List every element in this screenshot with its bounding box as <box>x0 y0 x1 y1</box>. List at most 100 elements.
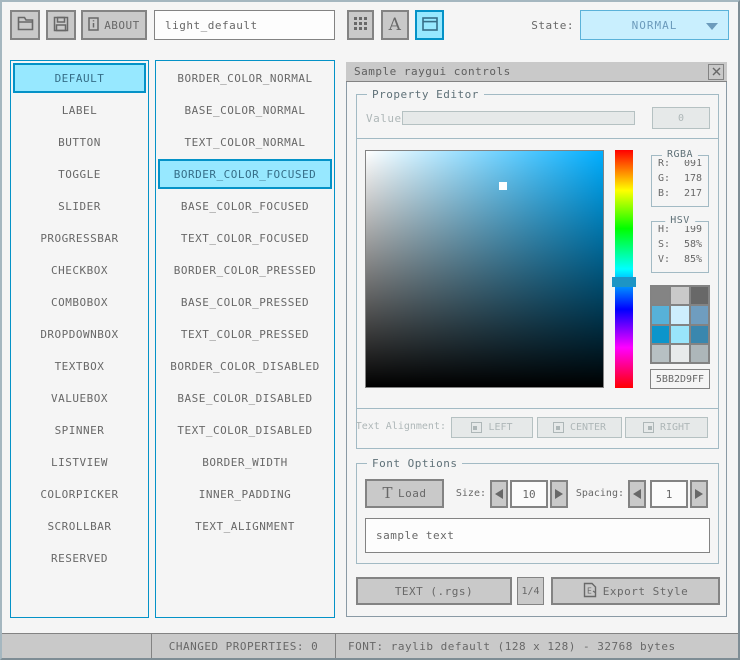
controls-list-item[interactable]: CHECKBOX <box>13 255 146 285</box>
hsv-row-label: V: <box>658 252 670 267</box>
controls-list-item[interactable]: DROPDOWNBOX <box>13 319 146 349</box>
controls-list-item[interactable]: COLORPICKER <box>13 479 146 509</box>
folder-icon <box>17 16 34 34</box>
export-style-button[interactable]: E Export Style <box>551 577 720 605</box>
hue-slider[interactable] <box>615 150 633 388</box>
controls-list-item[interactable]: TOGGLE <box>13 159 146 189</box>
properties-list-item[interactable]: TEXT_COLOR_FOCUSED <box>158 223 332 253</box>
properties-list-item[interactable]: BORDER_COLOR_DISABLED <box>158 351 332 381</box>
triangle-right-icon <box>695 489 703 499</box>
spacing-decrement-button[interactable] <box>628 480 646 508</box>
controls-list-item[interactable]: SLIDER <box>13 191 146 221</box>
text-format-button[interactable]: TEXT (.rgs) <box>356 577 512 605</box>
hex-value-box[interactable]: 5BB2D9FF <box>650 369 710 389</box>
properties-list-item[interactable]: BORDER_COLOR_PRESSED <box>158 255 332 285</box>
color-picker-square[interactable] <box>365 150 604 388</box>
properties-list-item[interactable]: BASE_COLOR_NORMAL <box>158 95 332 125</box>
properties-list-item[interactable]: BORDER_COLOR_FOCUSED <box>158 159 332 189</box>
spacing-increment-button[interactable] <box>690 480 708 508</box>
format-pager-button[interactable]: 1/4 <box>517 577 544 605</box>
color-swatch[interactable] <box>671 287 688 304</box>
font-a-icon: A <box>389 17 402 34</box>
controls-list-item[interactable]: LISTVIEW <box>13 447 146 477</box>
color-swatch-grid <box>650 285 710 364</box>
color-swatch[interactable] <box>652 306 669 323</box>
properties-list-item[interactable]: BORDER_WIDTH <box>158 447 332 477</box>
color-swatch[interactable] <box>671 326 688 343</box>
color-swatch[interactable] <box>691 345 708 362</box>
controls-list-item[interactable]: COMBOBOX <box>13 287 146 317</box>
controls-list-item[interactable]: SPINNER <box>13 415 146 445</box>
rgba-row-value: 217 <box>684 186 702 201</box>
properties-list-item[interactable]: TEXT_ALIGNMENT <box>158 511 332 541</box>
color-swatch[interactable] <box>671 306 688 323</box>
controls-list-item[interactable]: VALUEBOX <box>13 383 146 413</box>
rgba-row: G: 178 <box>652 171 708 186</box>
state-label: State: <box>514 19 574 32</box>
align-left-label: LEFT <box>488 422 512 433</box>
view-grid-toggle[interactable] <box>347 10 374 40</box>
color-swatch[interactable] <box>691 287 708 304</box>
state-dropdown[interactable]: NORMAL <box>580 10 729 40</box>
grid-icon <box>354 17 367 33</box>
hsv-row: V: 85% <box>652 252 708 267</box>
view-font-toggle[interactable]: A <box>381 10 409 40</box>
new-file-button[interactable] <box>10 10 40 40</box>
color-swatch[interactable] <box>652 345 669 362</box>
align-right-button[interactable]: RIGHT <box>625 417 708 438</box>
svg-text:E: E <box>587 586 592 595</box>
load-font-button[interactable]: T Load <box>365 479 444 508</box>
properties-list-item[interactable]: TEXT_COLOR_DISABLED <box>158 415 332 445</box>
align-left-button[interactable]: LEFT <box>451 417 533 438</box>
hex-value: 5BB2D9FF <box>656 374 704 385</box>
properties-list-item[interactable]: TEXT_COLOR_PRESSED <box>158 319 332 349</box>
color-swatch[interactable] <box>671 345 688 362</box>
properties-list-item[interactable]: BASE_COLOR_PRESSED <box>158 287 332 317</box>
color-swatch[interactable] <box>652 326 669 343</box>
sample-panel-titlebar[interactable]: Sample raygui controls <box>346 62 727 82</box>
controls-list-item[interactable]: SCROLLBAR <box>13 511 146 541</box>
properties-list-item[interactable]: BASE_COLOR_DISABLED <box>158 383 332 413</box>
rguistyler-window: ABOUT light_default A State: NORMAL DEFA… <box>0 0 740 660</box>
value-button[interactable]: 0 <box>652 107 710 129</box>
size-decrement-button[interactable] <box>490 480 508 508</box>
color-swatch[interactable] <box>652 287 669 304</box>
properties-list: BORDER_COLOR_NORMALBASE_COLOR_NORMALTEXT… <box>155 60 335 618</box>
align-left-icon <box>471 422 482 433</box>
controls-list-item[interactable]: TEXTBOX <box>13 351 146 381</box>
close-button[interactable] <box>708 64 724 80</box>
color-picker-marker[interactable] <box>499 182 507 190</box>
properties-list-item[interactable]: BORDER_COLOR_NORMAL <box>158 63 332 93</box>
style-name-input[interactable]: light_default <box>154 10 335 40</box>
controls-list-item[interactable]: RESERVED <box>13 543 146 573</box>
color-swatch[interactable] <box>691 326 708 343</box>
size-value-box[interactable]: 10 <box>510 480 548 508</box>
align-right-label: RIGHT <box>660 422 690 433</box>
info-icon <box>88 17 99 34</box>
triangle-left-icon <box>495 489 503 499</box>
properties-list-item[interactable]: INNER_PADDING <box>158 479 332 509</box>
close-icon <box>712 66 721 79</box>
sample-text-input[interactable]: sample text <box>365 518 710 553</box>
about-button[interactable]: ABOUT <box>81 10 147 40</box>
controls-list-item[interactable]: BUTTON <box>13 127 146 157</box>
controls-list-item[interactable]: DEFAULT <box>13 63 146 93</box>
sample-panel-title: Sample raygui controls <box>354 65 511 78</box>
value-slider[interactable] <box>402 111 635 125</box>
statusbar-changed-properties: CHANGED PROPERTIES: 0 <box>151 633 336 660</box>
controls-list-item[interactable]: PROGRESSBAR <box>13 223 146 253</box>
save-file-button[interactable] <box>46 10 76 40</box>
properties-list-item[interactable]: BASE_COLOR_FOCUSED <box>158 191 332 221</box>
rgba-group: RGBA R: 091 G: 178 B: 217 <box>651 155 709 207</box>
properties-list-item[interactable]: TEXT_COLOR_NORMAL <box>158 127 332 157</box>
color-swatch[interactable] <box>691 306 708 323</box>
save-icon <box>53 16 69 35</box>
rgba-row-label: G: <box>658 171 670 186</box>
font-options-title: Font Options <box>367 457 462 470</box>
hue-slider-thumb[interactable] <box>612 277 636 287</box>
view-controls-toggle[interactable] <box>415 10 444 40</box>
rgba-row: B: 217 <box>652 186 708 201</box>
spacing-value-box[interactable]: 1 <box>650 480 688 508</box>
align-center-button[interactable]: CENTER <box>537 417 622 438</box>
controls-list-item[interactable]: LABEL <box>13 95 146 125</box>
